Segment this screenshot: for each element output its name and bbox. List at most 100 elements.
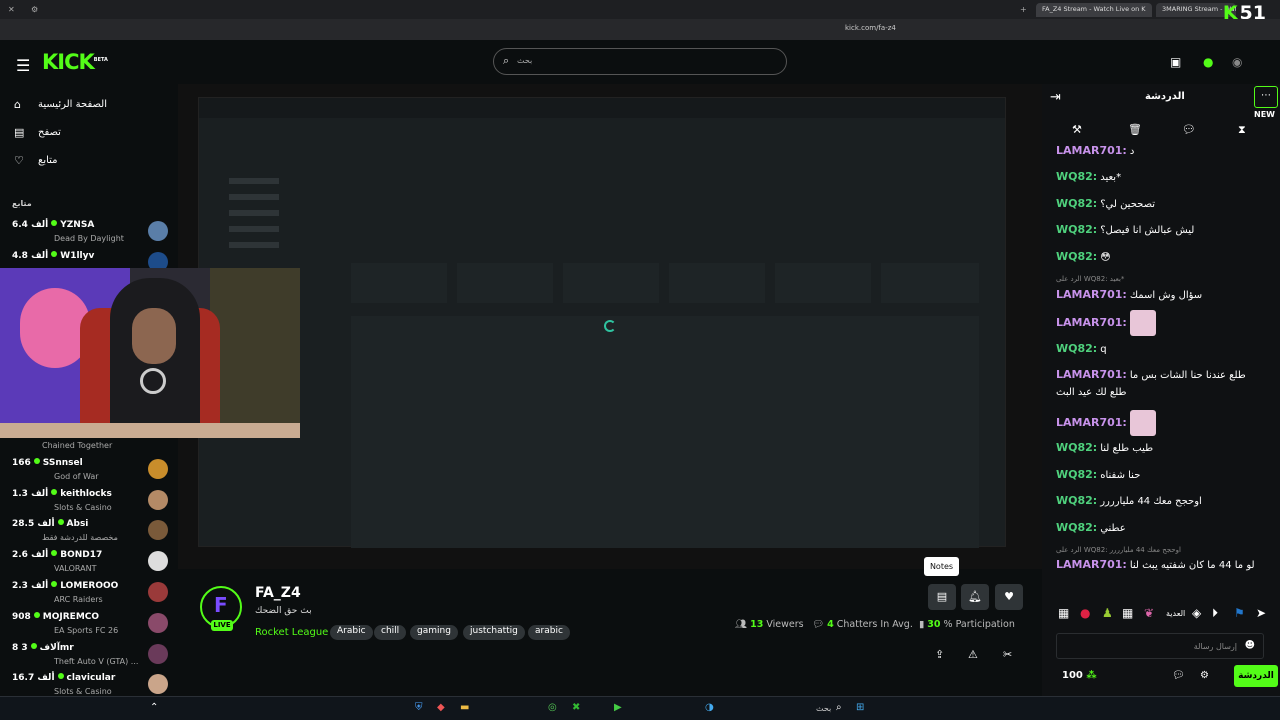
avatar: [148, 674, 168, 694]
participation-stat: ▮ 30 % Participation: [919, 619, 1015, 630]
emoji-icon[interactable]: ☻: [1245, 640, 1255, 651]
emote-icon[interactable]: ●: [1080, 606, 1090, 620]
new-label: NEW: [1254, 110, 1275, 119]
kick-icon[interactable]: ●: [1203, 55, 1213, 69]
mod-icon[interactable]: ⚒: [1072, 123, 1082, 136]
xbox-icon[interactable]: ✖: [572, 702, 580, 713]
avatar: [148, 551, 168, 571]
tag[interactable]: arabic: [528, 625, 570, 640]
sidebar-item-following[interactable]: ♡ متابع: [14, 150, 58, 170]
new-tab-icon[interactable]: +: [1020, 5, 1027, 14]
tag[interactable]: Arabic: [330, 625, 373, 640]
chat-icon[interactable]: 💬︎: [1172, 670, 1185, 681]
sidebar-channel[interactable]: 908 MOJREMCO EA Sports FC 26: [12, 612, 168, 642]
timer-icon[interactable]: ⧗: [1238, 123, 1246, 137]
notes-tooltip: Notes: [924, 557, 959, 576]
chat-message: WQ82: عطني: [1056, 521, 1126, 534]
users-icon: 👥︎: [735, 619, 748, 630]
report-icon[interactable]: ⚠: [968, 648, 978, 661]
reply-label: الرد على WQ82: اوحجح معك 44 مليارررر: [1056, 546, 1181, 554]
send-chat-button[interactable]: الدردشة: [1234, 665, 1278, 687]
edge-icon[interactable]: ◑: [705, 702, 714, 713]
follow-button[interactable]: ♥: [995, 584, 1023, 610]
sidebar-channel[interactable]: 1.3 ألف keithlocks Slots & Casino: [12, 489, 168, 519]
chat-icon[interactable]: 💬︎: [1182, 123, 1196, 136]
category-link[interactable]: Rocket League: [255, 627, 328, 638]
following-title: متابع: [12, 199, 32, 208]
shield-icon[interactable]: ⛨: [415, 702, 423, 713]
emote-icon[interactable]: ♟: [1102, 606, 1113, 620]
tab-strip: ✕ ⚙ + FA_Z4 Stream - Watch Live on K 3MA…: [0, 0, 1280, 24]
avatar: [148, 520, 168, 540]
chat-menu-button[interactable]: ⋯: [1254, 86, 1278, 108]
chrome-icon[interactable]: ◎: [548, 702, 557, 713]
avatar[interactable]: ◉: [1232, 55, 1242, 69]
taskbar-search[interactable]: بحث: [816, 704, 831, 713]
play-icon[interactable]: ▶: [614, 702, 622, 713]
chatters-stat: 💬︎ 4 Chatters In Avg.: [812, 619, 913, 630]
emote-icon[interactable]: ⚑: [1234, 606, 1245, 620]
sidebar-channel[interactable]: 8 آلاف3mr Theft Auto V (GTA) ...: [12, 643, 168, 673]
streamer-name[interactable]: FA_Z4: [255, 585, 301, 601]
sidebar-channel[interactable]: 166 SSnnsel God of War: [12, 458, 168, 488]
clip-icon[interactable]: ✂: [1003, 648, 1012, 661]
tag[interactable]: chill: [374, 625, 407, 640]
close-icon[interactable]: ✕: [8, 5, 15, 14]
sticker-image: [1129, 310, 1156, 336]
search-input[interactable]: ⌕ بحث: [493, 48, 787, 75]
avatar: [148, 582, 168, 602]
emote-icon[interactable]: ❦: [1144, 606, 1154, 620]
emote-icon[interactable]: ▦: [1058, 606, 1069, 620]
avatar: [148, 644, 168, 664]
menu-icon[interactable]: ☰: [16, 56, 30, 75]
url-field[interactable]: kick.com/fa-z4: [845, 24, 896, 32]
emote-icon[interactable]: ◈: [1192, 606, 1201, 620]
notes-button[interactable]: ▤: [928, 584, 956, 610]
live-badge: LIVE: [211, 620, 233, 631]
chat-message: LAMAR701: د: [1056, 144, 1135, 157]
send-icon[interactable]: ➤: [1256, 606, 1266, 620]
brave-icon[interactable]: ◆: [437, 702, 445, 713]
bell-icon: 🔔︎: [968, 590, 982, 603]
windows-icon[interactable]: ⊞: [856, 702, 864, 713]
loading-spinner: [604, 320, 616, 332]
channel-points[interactable]: 100 ⁂: [1062, 670, 1097, 681]
folder-icon[interactable]: ▬: [460, 702, 469, 713]
sidebar-channel[interactable]: 6.4 ألف YZNSA Dead By Daylight: [12, 220, 168, 250]
chart-icon: ▮: [919, 619, 925, 630]
chat-panel: ⇥ الدردشة ⋯ NEW ⚒ 🗑︎ 💬︎ ⧗ LAMAR701: د WQ8…: [1042, 84, 1280, 704]
sidebar-channel[interactable]: 2.3 ألف LOMEROOO ARC Raiders: [12, 581, 168, 611]
tag[interactable]: justchattig: [463, 625, 525, 640]
points-icon: ⁂: [1086, 670, 1097, 681]
chevron-up-icon[interactable]: ⌃: [150, 702, 158, 713]
gear-icon[interactable]: ⚙: [1200, 670, 1209, 681]
settings-icon[interactable]: ⚙: [31, 5, 38, 14]
sidebar-channel[interactable]: 28.5 ألف Absi مخصصة للدردشة فقط: [12, 519, 168, 549]
chat-message: LAMAR701:: [1056, 410, 1271, 440]
stream-screen: [198, 97, 1006, 548]
stream-title: بث حق الضحك: [255, 606, 312, 616]
emote-icon[interactable]: ▦: [1122, 606, 1133, 620]
tag[interactable]: gaming: [410, 625, 458, 640]
collapse-chat-icon[interactable]: ⇥: [1050, 90, 1061, 105]
tab-active[interactable]: FA_Z4 Stream - Watch Live on K: [1036, 3, 1152, 17]
search-icon[interactable]: ⌕: [836, 702, 842, 713]
sidebar-channel[interactable]: 2.6 ألف BOND17 VALORANT: [12, 550, 168, 580]
chat-message: WQ82: تصححين لي؟: [1056, 197, 1156, 210]
sidebar-item-home[interactable]: ⌂ الصفحة الرئيسية: [14, 94, 107, 114]
chat-title: الدردشة: [1145, 91, 1185, 102]
share-icon[interactable]: ⇪: [935, 648, 944, 661]
sidebar-item-browse[interactable]: ▤ تصفح: [14, 122, 61, 142]
delete-icon[interactable]: 🗑︎: [1128, 123, 1142, 136]
address-row: kick.com/fa-z4: [0, 19, 1280, 40]
reply-label: الرد على WQ82: بعيد*: [1056, 275, 1125, 283]
os-taskbar: ⌃ ⛨ ◆ ▬ ◎ ✖ ▶ ◑ بحث ⌕ ⊞: [0, 696, 1280, 720]
chat-input[interactable]: إرسال رسالة ☻: [1056, 633, 1264, 659]
notify-button[interactable]: 🔔︎: [961, 584, 989, 610]
kick-logo[interactable]: KICKBETA: [42, 50, 108, 74]
emote-label: العدية: [1166, 609, 1186, 618]
chat-message: طلع لك عيد البث: [1056, 387, 1127, 398]
emote-icon[interactable]: ⏵: [1212, 606, 1218, 621]
creator-icon[interactable]: ▣: [1170, 55, 1181, 69]
avatar: [148, 459, 168, 479]
